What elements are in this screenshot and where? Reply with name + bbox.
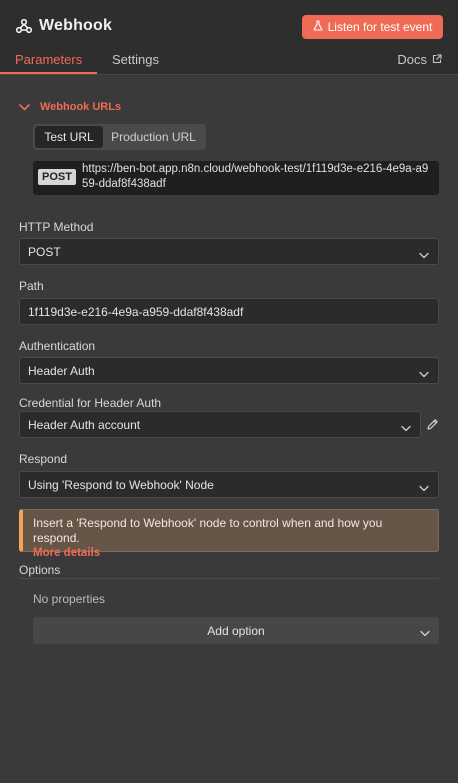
edit-credential-pencil-icon[interactable] xyxy=(426,418,439,436)
chevron-down-icon xyxy=(19,98,30,116)
chevron-down-icon xyxy=(419,367,429,381)
webhook-icon xyxy=(15,17,33,35)
chevron-down-icon xyxy=(419,481,429,495)
node-title-text: Webhook xyxy=(39,17,113,34)
tab-parameters[interactable]: Parameters xyxy=(15,52,82,67)
respond-notice: Insert a 'Respond to Webhook' node to co… xyxy=(19,509,439,559)
docs-link[interactable]: Docs xyxy=(397,52,442,67)
webhook-url-text: https://ben-bot.app.n8n.cloud/webhook-te… xyxy=(82,163,429,190)
chevron-down-icon xyxy=(419,248,429,262)
panel-header: Webhook Listen for test event Parameters… xyxy=(0,0,458,75)
options-label: Options xyxy=(19,563,61,577)
credential-value: Header Auth account xyxy=(28,417,141,432)
respond-label: Respond xyxy=(19,452,68,466)
node-settings-panel: Webhook Listen for test event Parameters… xyxy=(0,0,458,783)
flask-icon xyxy=(313,20,323,34)
authentication-label: Authentication xyxy=(19,339,96,353)
listen-button-label: Listen for test event xyxy=(327,20,433,34)
url-type-switch: Test URL Production URL xyxy=(33,124,206,150)
webhook-urls-toggle[interactable]: Webhook URLs xyxy=(19,98,121,116)
production-url-option[interactable]: Production URL xyxy=(103,126,204,148)
respond-value: Using 'Respond to Webhook' Node xyxy=(28,477,214,492)
options-divider xyxy=(19,578,439,579)
no-properties-text: No properties xyxy=(33,592,106,606)
add-option-button[interactable]: Add option xyxy=(33,617,439,644)
path-value: 1f119d3e-e216-4e9a-a959-ddaf8f438adf xyxy=(28,304,244,319)
path-label: Path xyxy=(19,279,44,293)
notice-text: Insert a 'Respond to Webhook' node to co… xyxy=(33,516,383,545)
active-tab-indicator xyxy=(0,72,97,74)
listen-for-test-event-button[interactable]: Listen for test event xyxy=(302,15,443,39)
http-method-label: HTTP Method xyxy=(19,220,94,234)
credential-select[interactable]: Header Auth account xyxy=(19,411,421,438)
add-option-label: Add option xyxy=(207,623,265,638)
tab-settings[interactable]: Settings xyxy=(112,52,159,67)
http-method-select[interactable]: POST xyxy=(19,238,439,265)
external-link-icon xyxy=(432,52,442,67)
webhook-url-display[interactable]: POST https://ben-bot.app.n8n.cloud/webho… xyxy=(33,161,439,195)
webhook-urls-label: Webhook URLs xyxy=(40,101,122,113)
test-url-option[interactable]: Test URL xyxy=(35,126,103,148)
node-title: Webhook xyxy=(15,15,112,37)
authentication-value: Header Auth xyxy=(28,363,95,378)
chevron-down-icon xyxy=(420,626,430,640)
chevron-down-icon xyxy=(401,421,411,435)
http-method-value: POST xyxy=(28,244,61,259)
respond-select[interactable]: Using 'Respond to Webhook' Node xyxy=(19,471,439,498)
method-badge: POST xyxy=(38,169,76,185)
path-input[interactable]: 1f119d3e-e216-4e9a-a959-ddaf8f438adf xyxy=(19,298,439,325)
more-details-link[interactable]: More details xyxy=(33,546,428,561)
credential-label: Credential for Header Auth xyxy=(19,396,162,410)
docs-label: Docs xyxy=(397,52,427,67)
authentication-select[interactable]: Header Auth xyxy=(19,357,439,384)
